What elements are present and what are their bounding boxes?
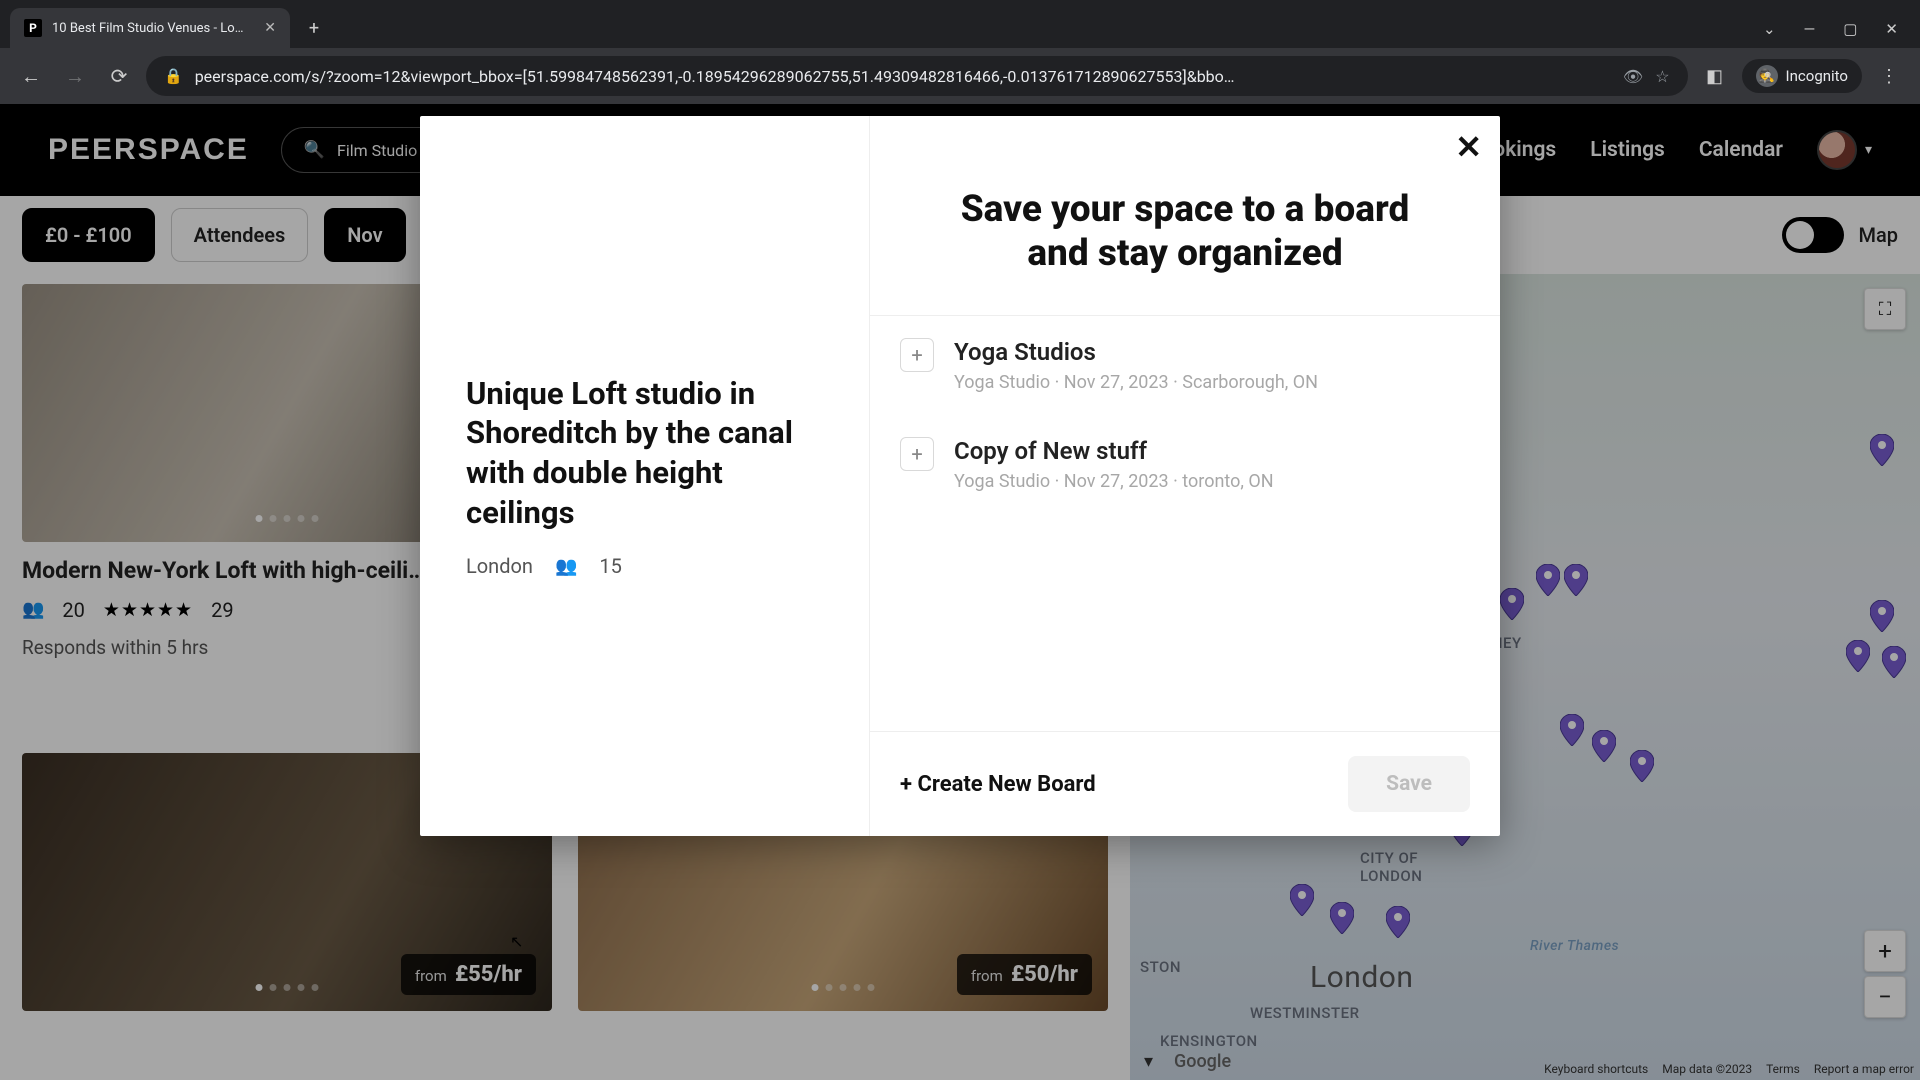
add-to-board-button[interactable]: +	[900, 338, 934, 372]
space-title: Unique Loft studio in Shoreditch by the …	[466, 374, 825, 533]
board-item[interactable]: + Copy of New stuff Yoga Studio · Nov 27…	[870, 415, 1500, 514]
modal-board-panel: ✕ Save your space to a board and stay or…	[870, 116, 1500, 836]
board-subtext: Yoga Studio · Nov 27, 2023 · Scarborough…	[954, 372, 1318, 393]
chevron-down-icon[interactable]: ⌄	[1763, 20, 1776, 38]
tab-title: 10 Best Film Studio Venues - Lo…	[52, 21, 254, 36]
save-button[interactable]: Save	[1348, 756, 1470, 812]
browser-tab[interactable]: P 10 Best Film Studio Venues - Lo… ✕	[10, 8, 290, 48]
browser-menu-icon[interactable]: ⋮	[1872, 59, 1906, 93]
create-new-board-button[interactable]: + Create New Board	[900, 772, 1096, 797]
board-subtext: Yoga Studio · Nov 27, 2023 · toronto, ON	[954, 471, 1274, 492]
no-tracking-icon[interactable]: 👁	[1623, 67, 1643, 86]
incognito-badge: 🕵 Incognito	[1742, 59, 1862, 93]
board-name: Copy of New stuff	[954, 437, 1274, 465]
browser-toolbar: ← → ⟳ 🔒 peerspace.com/s/?zoom=12&viewpor…	[0, 48, 1920, 104]
save-to-board-modal: Unique Loft studio in Shoreditch by the …	[420, 116, 1500, 836]
board-name: Yoga Studios	[954, 338, 1318, 366]
extensions-icon[interactable]: ◧	[1698, 59, 1732, 93]
board-list: + Yoga Studios Yoga Studio · Nov 27, 202…	[870, 315, 1500, 731]
forward-button[interactable]: →	[58, 59, 92, 93]
close-tab-icon[interactable]: ✕	[264, 20, 276, 36]
incognito-label: Incognito	[1786, 67, 1848, 85]
window-controls: ⌄ — ▢ ✕	[1763, 20, 1920, 48]
browser-tab-strip: P 10 Best Film Studio Venues - Lo… ✕ + ⌄…	[0, 0, 1920, 48]
tab-favicon: P	[24, 19, 42, 37]
modal-space-preview: Unique Loft studio in Shoreditch by the …	[420, 116, 870, 836]
add-to-board-button[interactable]: +	[900, 437, 934, 471]
people-icon: 👥	[555, 556, 577, 577]
board-item[interactable]: + Yoga Studios Yoga Studio · Nov 27, 202…	[870, 316, 1500, 415]
incognito-icon: 🕵	[1756, 65, 1778, 87]
minimize-icon[interactable]: —	[1804, 20, 1816, 38]
page: PEERSPACE 🔍 Film Studio • London, UK 🌐 I…	[0, 104, 1920, 1080]
modal-heading: Save your space to a board and stay orga…	[870, 116, 1500, 315]
url-text: peerspace.com/s/?zoom=12&viewport_bbox=[…	[195, 67, 1611, 86]
reload-button[interactable]: ⟳	[102, 59, 136, 93]
lock-icon: 🔒	[164, 67, 183, 85]
maximize-icon[interactable]: ▢	[1843, 20, 1857, 38]
back-button[interactable]: ←	[14, 59, 48, 93]
space-location: London	[466, 554, 533, 578]
bookmark-star-icon[interactable]: ☆	[1655, 67, 1669, 86]
new-tab-button[interactable]: +	[300, 14, 328, 42]
address-bar[interactable]: 🔒 peerspace.com/s/?zoom=12&viewport_bbox…	[146, 56, 1688, 96]
space-capacity: 15	[599, 554, 621, 578]
modal-footer: + Create New Board Save	[870, 731, 1500, 836]
close-icon[interactable]: ✕	[1455, 128, 1482, 166]
close-window-icon[interactable]: ✕	[1885, 20, 1898, 38]
